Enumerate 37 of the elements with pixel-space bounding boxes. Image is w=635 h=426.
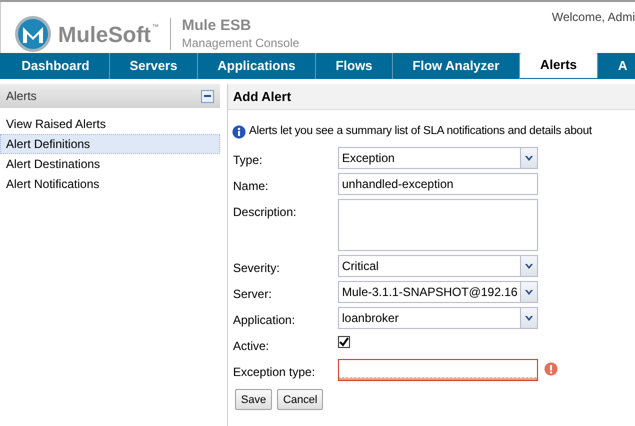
sidebar-item[interactable]: Alert Notifications [0, 174, 220, 194]
info-text: Alerts let you see a summary list of SLA notifications and details about [249, 124, 592, 139]
field-label: Name: [233, 178, 270, 196]
select-field[interactable]: Mule-3.1.1-SNAPSHOT@192.16 [338, 281, 538, 304]
caret-icon [525, 316, 533, 321]
field-label: Active: [233, 338, 270, 356]
caret-icon [525, 156, 533, 161]
field-label: Server: [233, 286, 273, 304]
select-field[interactable]: loanbroker [338, 307, 538, 330]
sidebar-item[interactable]: Alert Destinations [0, 154, 220, 174]
form-button[interactable]: Cancel [277, 389, 324, 410]
caret-icon [525, 290, 533, 295]
form-button[interactable]: Save [235, 389, 272, 410]
select-field[interactable]: Critical [338, 255, 538, 278]
nav-tab[interactable]: Alerts [520, 53, 598, 78]
field-label: Description: [233, 204, 298, 222]
select-field[interactable]: Exception [338, 147, 538, 170]
panel-title: Add Alert [233, 88, 292, 106]
info-icon [232, 124, 246, 139]
collapse-button[interactable] [201, 90, 214, 102]
sidebar-title: Alerts [6, 88, 37, 105]
welcome-text: Welcome, Admi [552, 9, 635, 26]
field-label: Exception type: [233, 364, 316, 382]
product-name: Mule ESB [182, 17, 252, 36]
caret-icon [525, 264, 533, 269]
logo-icon [14, 15, 52, 53]
brand-name: MuleSoft [58, 20, 151, 48]
field-label: Severity: [233, 260, 281, 278]
text-field[interactable] [338, 359, 538, 382]
error-icon [544, 362, 558, 376]
product-subtitle: Management Console [182, 36, 300, 51]
text-field[interactable]: unhandled-exception [338, 173, 538, 196]
sidebar-item[interactable]: Alert Definitions [0, 134, 220, 154]
field-label: Application: [233, 312, 296, 330]
sidebar-item[interactable]: View Raised Alerts [0, 114, 220, 134]
field-label: Type: [233, 152, 264, 170]
checkbox[interactable] [338, 336, 350, 348]
